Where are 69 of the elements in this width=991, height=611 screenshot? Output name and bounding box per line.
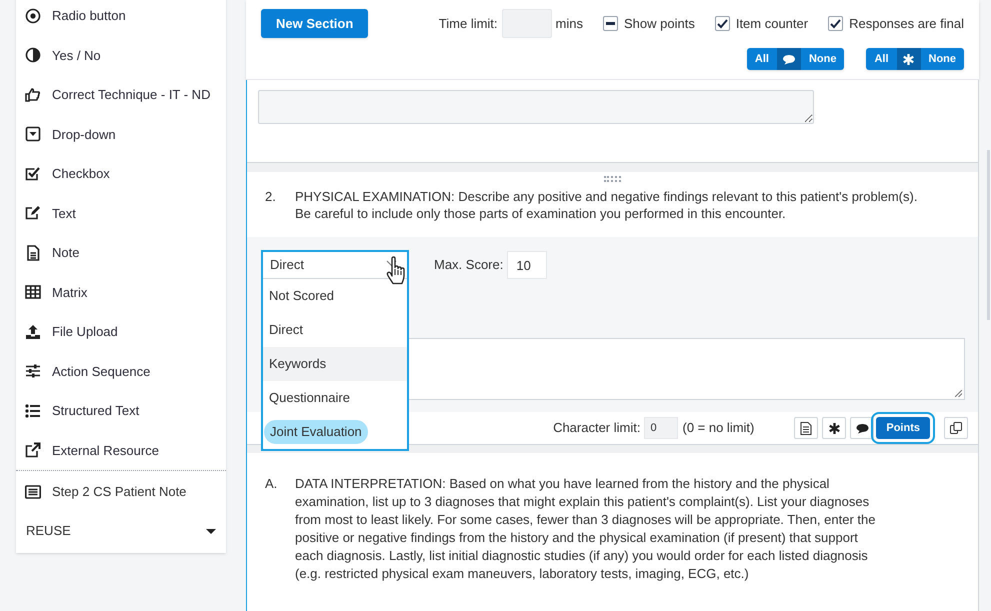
sidebar-item[interactable]: Note [16,233,226,272]
document-icon [800,422,812,434]
thumbs-up-icon [25,86,41,103]
new-section-button[interactable]: New Section [261,9,368,38]
checkbox[interactable] [603,16,618,31]
max-score-field[interactable]: 10 [507,251,548,279]
sidebar-item[interactable]: Checkbox [16,154,226,194]
dropdown-option[interactable]: Not Scored [263,286,340,306]
checkbox-label: Responses are final [849,14,964,33]
sidebar-item[interactable]: Correct Technique - IT - ND [16,75,226,114]
character-limit-field[interactable]: 0 [644,417,678,439]
half-circle-icon [25,47,41,64]
points-button[interactable]: Points [876,417,930,439]
notepad-icon [25,484,41,500]
comment-icon-button[interactable] [850,417,874,439]
list-icon [25,402,41,419]
drag-handle-icon[interactable] [604,176,622,182]
checkbox-label: Item counter [736,14,808,33]
table-icon [25,284,41,300]
time-limit-field[interactable] [502,9,552,38]
resize-handle-icon[interactable] [955,390,962,397]
sidebar-item[interactable]: Text [16,194,226,233]
dropdown-icon [25,126,41,142]
max-score-label: Max. Score: [434,256,504,274]
character-limit-label: Character limit: [553,419,640,438]
question-number: 2. [265,188,277,206]
time-limit-label: Time limit: [438,14,498,33]
reuse-dropdown[interactable]: REUSE [16,513,226,549]
sidebar-item[interactable]: Matrix [16,272,226,312]
sidebar-item[interactable]: Radio button [16,0,226,36]
dropdown-option[interactable]: Direct [263,320,309,340]
select-value: Direct [270,256,304,274]
sidebar-item[interactable]: Action Sequence [16,352,226,391]
minutes-label: mins [556,14,583,33]
sidebar-item[interactable]: Yes / No [16,36,226,75]
edit-icon [25,205,41,222]
dropdown-option[interactable]: Questionnaire [263,388,356,408]
external-link-icon [25,442,41,458]
checkbox-label: Show points [624,14,695,33]
note-icon-button[interactable] [794,417,818,439]
chevron-down-icon [386,260,397,267]
copy-icon-button[interactable] [944,417,968,439]
caret-icon [206,528,216,534]
document-icon [25,244,41,261]
section-text: DATA INTERPRETATION: Based on what you have learned from the history and the physical examination, list up to 3 diagnoses that might explain this patient's complaint(s). List your diagnoses from most to least likely. For some cases, fewer than 3 diagnoses will be appropriate. Then, enter the positive or negative findings from the history and the physical examination (if present) that support each diagnosis. Lastly, list initial diagnostic studies (if any) you would order for each listed diagnosis (e.g. restricted physical exam maneuvers, laboratory tests, imaging, ECG, etc.) [295,475,876,583]
question-text: PHYSICAL EXAMINATION: Describe any positive and negative findings relevant to this patient's problem(s). Be careful to include only those parts of examination you performed in this encounter. [295,188,918,222]
dropdown-option[interactable]: Joint Evaluation [264,420,368,444]
none-button[interactable]: None [800,48,844,70]
copy-icon [950,422,962,434]
sidebar-item[interactable]: File Upload [16,312,226,352]
all-button[interactable]: All [746,48,777,70]
upload-icon [25,324,41,340]
sidebar-item[interactable]: Step 2 CS Patient Note [16,471,226,513]
radio-icon [25,8,41,24]
asterisk-icon [828,422,840,434]
asterisk-icon-button[interactable] [822,417,846,439]
asterisk-icon[interactable] [896,48,920,70]
character-limit-hint: (0 = no limit) [682,419,754,438]
scrollbar[interactable] [987,150,990,320]
checkbox-icon [25,166,41,182]
none-button[interactable]: None [920,48,964,70]
section-number: A. [265,475,278,493]
sidebar-item[interactable]: Structured Text [16,391,226,430]
comment-icon [856,422,869,434]
sidebar-item[interactable]: Drop-down [16,114,226,154]
sidebar-item[interactable]: External Resource [16,430,226,470]
sliders-icon [25,363,41,380]
all-button[interactable]: All [866,48,896,70]
comment-icon[interactable] [776,48,801,70]
